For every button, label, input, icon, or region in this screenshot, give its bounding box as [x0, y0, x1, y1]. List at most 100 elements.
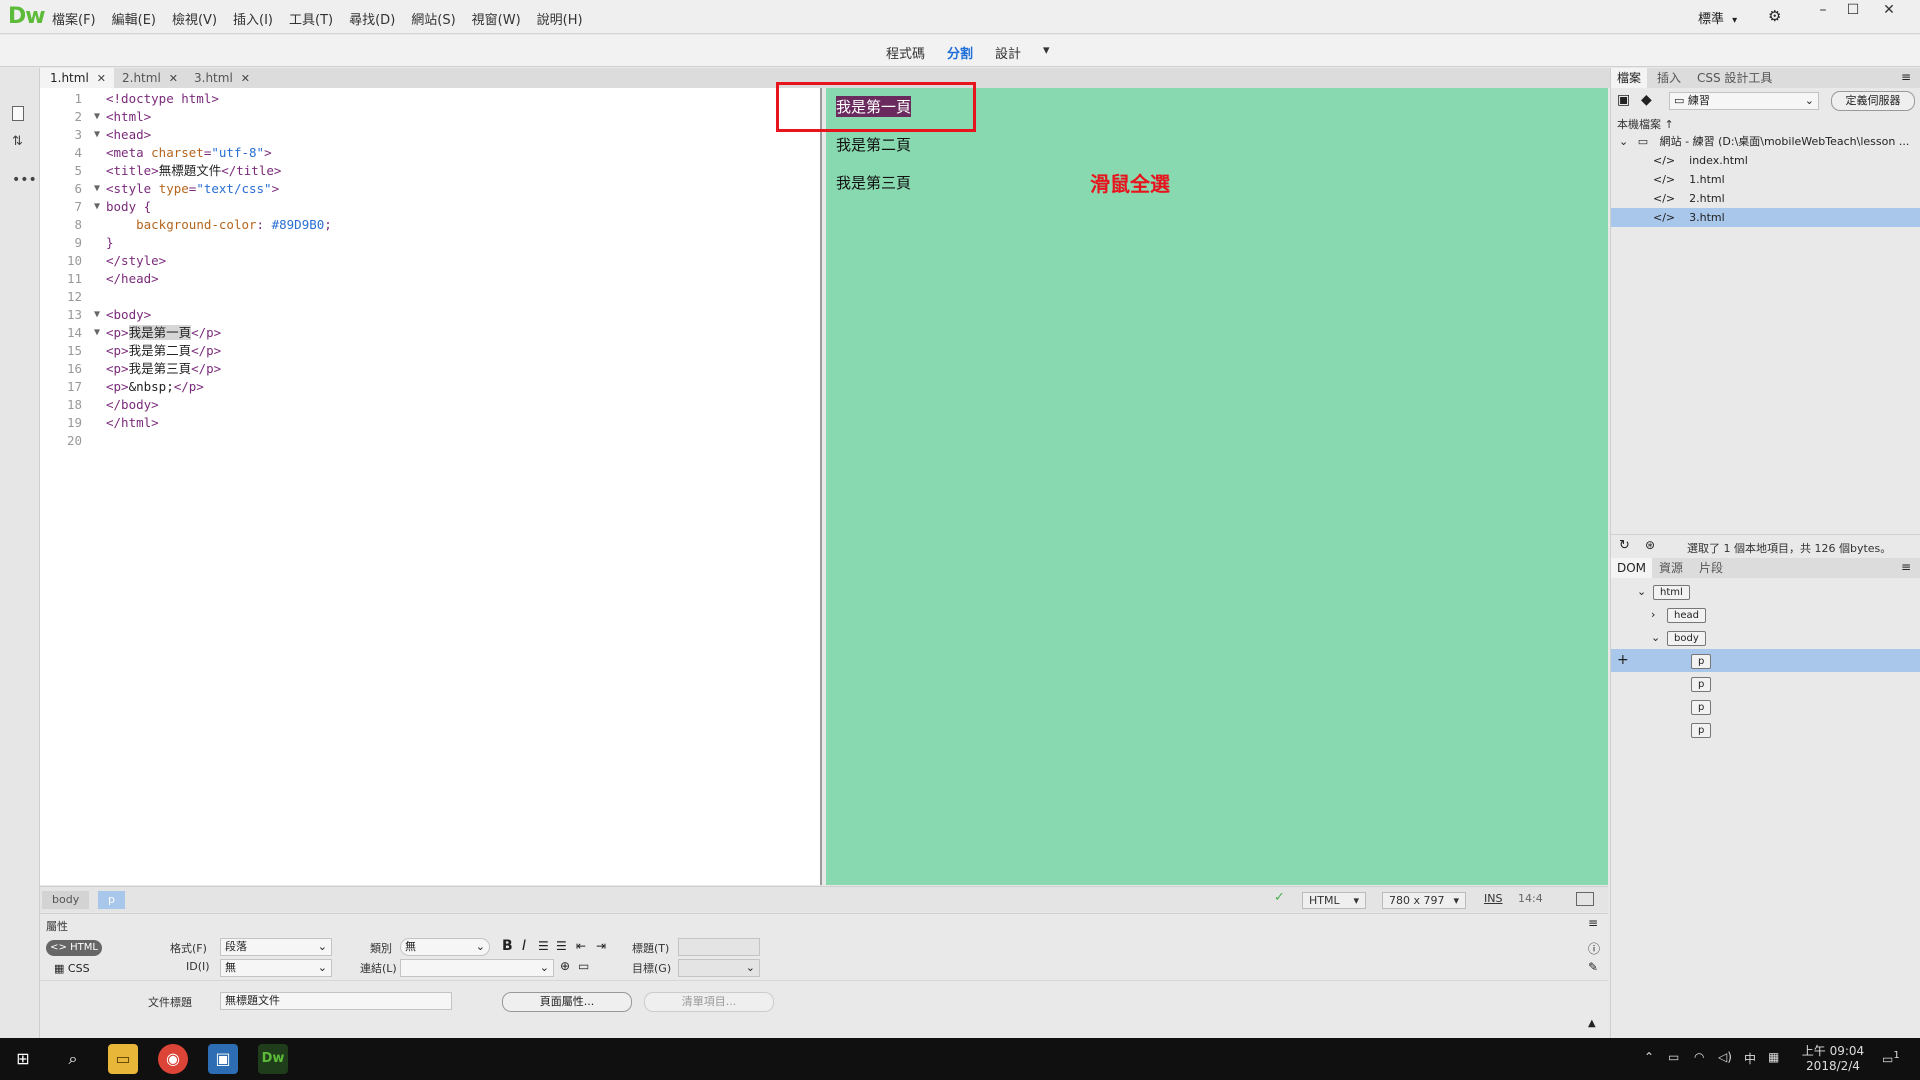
dom-node-p[interactable]: p [1611, 695, 1920, 718]
gear-icon[interactable]: ⚙ [1768, 7, 1781, 25]
fold-toggle-icon[interactable]: ▼ [88, 324, 106, 342]
menu-file[interactable]: 檔案(F) [52, 9, 106, 28]
network-icon[interactable]: ▭ [1668, 1050, 1679, 1064]
code-line[interactable]: 18 </body> [40, 396, 820, 414]
point-to-file-icon[interactable]: ⊕ [560, 959, 570, 973]
workspace-dropdown[interactable]: 標準 ▾ [1698, 8, 1737, 27]
keyboard-icon[interactable]: ▦ [1768, 1050, 1779, 1064]
dom-node-html[interactable]: ⌄ html [1611, 580, 1920, 603]
clock[interactable]: 上午 09:04 2018/2/4 [1798, 1042, 1868, 1073]
tree-toggle-icon[interactable]: ⌄ [1651, 626, 1663, 649]
site-root-row[interactable]: ⌄ ▭ 網站 - 練習 (D:\桌面\mobileWebTeach\lesson… [1611, 132, 1920, 151]
volume-icon[interactable]: ◁) [1718, 1050, 1732, 1064]
outdent-icon[interactable]: ⇤ [576, 939, 586, 953]
tag-selector-body[interactable]: body [42, 891, 90, 909]
code-line[interactable]: 15 <p>我是第二頁</p> [40, 342, 820, 360]
code-line[interactable]: 4 <meta charset="utf-8"> [40, 144, 820, 162]
code-view[interactable]: 1 <!doctype html> 2 ▼ <html> 3 ▼ <head> 4 <meta c… [40, 88, 822, 885]
panel-menu-icon[interactable]: ≡ [1901, 70, 1911, 84]
code-line[interactable]: 6 ▼ <style type="text/css"> [40, 180, 820, 198]
code-line[interactable]: 13 ▼ <body> [40, 306, 820, 324]
fold-toggle-icon[interactable]: ▼ [88, 126, 106, 144]
html-mode-button[interactable]: <> HTML [46, 940, 102, 956]
file-row-selected[interactable]: </> 3.html [1611, 208, 1920, 227]
list-item-button[interactable]: 清單項目... [644, 992, 774, 1012]
code-line[interactable]: 7 ▼ body { [40, 198, 820, 216]
dom-node-body[interactable]: ⌄ body [1611, 626, 1920, 649]
tag-selector-p[interactable]: p [98, 891, 125, 909]
code-line[interactable]: 12 [40, 288, 820, 306]
tray-chevron-icon[interactable]: ⌃ [1644, 1050, 1654, 1064]
code-line[interactable]: 2 ▼ <html> [40, 108, 820, 126]
menu-site[interactable]: 網站(S) [411, 9, 465, 28]
code-line[interactable]: 19 </html> [40, 414, 820, 432]
collapse-icon[interactable]: ▲ [1588, 1018, 1596, 1029]
tab-assets[interactable]: 資源 [1653, 558, 1689, 578]
doc-type-select[interactable]: HTML ▾ [1302, 892, 1366, 909]
menu-help[interactable]: 說明(H) [537, 9, 593, 28]
css-mode-button[interactable]: ▦ CSS [54, 962, 90, 975]
sort-icon[interactable]: ⇅ [12, 134, 23, 149]
document-icon[interactable] [12, 106, 24, 121]
fold-toggle-icon[interactable]: ▼ [88, 306, 106, 324]
refresh-icon[interactable]: ↻ [1619, 538, 1630, 553]
view-split-button[interactable]: 分割 [947, 43, 973, 62]
code-line[interactable]: 8 background-color: #89D9B0; [40, 216, 820, 234]
menu-view[interactable]: 檢視(V) [172, 9, 227, 28]
search-icon[interactable]: ⌕ [58, 1044, 88, 1074]
more-icon[interactable]: ••• [12, 172, 37, 188]
close-button[interactable]: ✕ [1874, 0, 1904, 22]
fold-toggle-icon[interactable]: ▼ [88, 198, 106, 216]
code-line[interactable]: 10 </style> [40, 252, 820, 270]
class-select[interactable]: 無 ⌄ [400, 938, 490, 956]
dom-node-p[interactable]: p [1611, 672, 1920, 695]
define-server-button[interactable]: 定義伺服器 [1831, 91, 1915, 111]
panel-menu-icon[interactable]: ≡ [1588, 916, 1598, 930]
tab-dom[interactable]: DOM [1611, 558, 1653, 578]
tab-2-html[interactable]: 2.html ✕ [112, 68, 186, 88]
dom-node-head[interactable]: › head [1611, 603, 1920, 626]
file-row[interactable]: </> 1.html [1611, 170, 1920, 189]
chrome-icon[interactable]: ◉ [158, 1044, 188, 1074]
code-line[interactable]: 17 <p>&nbsp;</p> [40, 378, 820, 396]
link-input[interactable]: ⌄ [400, 959, 554, 977]
edit-icon[interactable]: ✎ [1588, 960, 1598, 974]
tab-css-designer[interactable]: CSS 設計工具 [1691, 68, 1778, 88]
site-select[interactable]: ▭ 練習 ⌄ [1669, 92, 1819, 110]
tree-toggle-icon[interactable]: ⌄ [1637, 580, 1649, 603]
close-icon[interactable]: ✕ [97, 72, 106, 85]
ime-indicator[interactable]: 中 [1744, 1050, 1756, 1067]
code-line[interactable]: 20 [40, 432, 820, 450]
code-line[interactable]: 9} [40, 234, 820, 252]
doc-title-input[interactable]: 無標題文件 [220, 992, 452, 1010]
live-view-icon[interactable] [1576, 892, 1594, 906]
menu-insert[interactable]: 插入(I) [233, 9, 283, 28]
help-icon[interactable]: ⓘ [1588, 940, 1600, 957]
panel-menu-icon[interactable]: ≡ [1901, 560, 1911, 574]
italic-button[interactable]: I [522, 938, 526, 954]
ordered-list-icon[interactable]: ☰ [556, 939, 567, 953]
code-line[interactable]: 16 <p>我是第三頁</p> [40, 360, 820, 378]
site-icon[interactable]: ▣ [1617, 92, 1630, 108]
window-size-select[interactable]: 780 x 797 ▾ [1382, 892, 1466, 909]
connect-icon[interactable]: ⊛ [1645, 538, 1655, 552]
minimize-button[interactable]: – [1808, 0, 1838, 22]
folder-icon[interactable]: ▭ [578, 959, 589, 973]
unordered-list-icon[interactable]: ☰ [538, 939, 549, 953]
target-select[interactable]: ⌄ [678, 959, 760, 977]
code-line[interactable]: 11 </head> [40, 270, 820, 288]
code-line[interactable]: 5 <title>無標題文件</title> [40, 162, 820, 180]
dom-node-p[interactable]: + p [1611, 649, 1920, 672]
add-node-icon[interactable]: + [1617, 649, 1629, 672]
view-code-button[interactable]: 程式碼 [886, 43, 925, 62]
close-icon[interactable]: ✕ [169, 72, 178, 85]
heading-input[interactable] [678, 938, 760, 956]
design-view[interactable]: 我是第一頁 我是第二頁 我是第三頁 [826, 88, 1608, 885]
fold-toggle-icon[interactable]: ▼ [88, 108, 106, 126]
tree-toggle-icon[interactable]: › [1651, 603, 1663, 626]
local-files-header[interactable]: 本機檔案 ↑ [1617, 116, 1674, 132]
tab-3-html[interactable]: 3.html ✕ [184, 68, 258, 88]
menu-edit[interactable]: 編輯(E) [112, 9, 166, 28]
view-mode-dropdown-icon[interactable]: ▾ [1043, 43, 1050, 62]
bold-button[interactable]: B [502, 938, 513, 954]
